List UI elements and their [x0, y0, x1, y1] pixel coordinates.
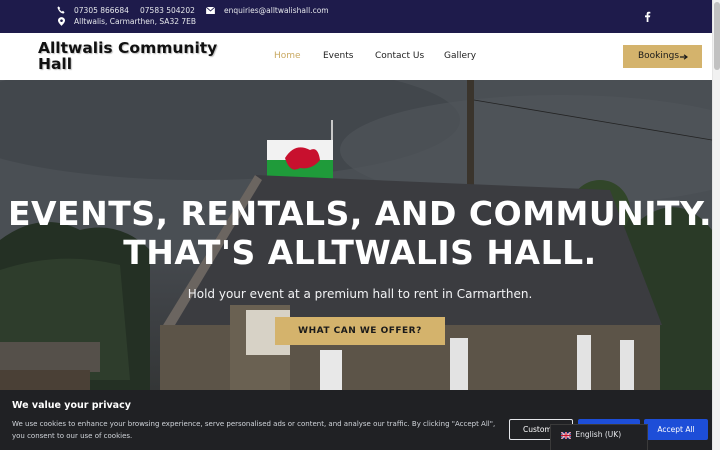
facebook-icon[interactable] — [644, 11, 651, 22]
site-logo[interactable]: Alltwalis Community Hall — [38, 40, 238, 72]
language-label: English (UK) — [575, 430, 622, 439]
main-navigation: Alltwalis Community Hall Home Events Con… — [0, 33, 712, 80]
location-pin-icon — [58, 17, 65, 26]
phone-number-2[interactable]: 07583 504202 — [140, 6, 195, 15]
hero-subtitle: Hold your event at a premium hall to ren… — [187, 287, 533, 301]
nav-item-events[interactable]: Events — [323, 51, 353, 61]
cookie-title: We value your privacy — [12, 400, 131, 411]
phone-icon — [57, 6, 65, 14]
scrollbar-thumb[interactable] — [714, 2, 720, 70]
bookings-button[interactable]: Bookings — [623, 45, 702, 68]
page-scrollbar[interactable] — [712, 0, 720, 450]
nav-item-contact-us[interactable]: Contact Us — [375, 51, 424, 61]
hero-heading-line-2: THAT'S ALLTWALIS HALL. — [123, 233, 597, 272]
address-text: Alltwalis, Carmarthen, SA32 7EB — [74, 17, 197, 26]
language-switcher[interactable]: English (UK) — [550, 424, 648, 450]
arrow-right-icon — [680, 54, 688, 60]
hero-heading-line-1: EVENTS, RENTALS, AND COMMUNITY. — [7, 194, 712, 233]
envelope-icon — [206, 7, 215, 14]
nav-item-gallery[interactable]: Gallery — [444, 51, 476, 61]
uk-flag-icon — [561, 431, 571, 439]
top-contact-bar: 07305 866684 07583 504202 enquiries@allt… — [0, 0, 712, 33]
phone-number-1[interactable]: 07305 866684 — [74, 6, 129, 15]
accept-all-button[interactable]: Accept All — [644, 419, 708, 440]
what-can-we-offer-button[interactable]: WHAT CAN WE OFFER? — [275, 317, 445, 345]
hero-heading: EVENTS, RENTALS, AND COMMUNITY. THAT'S A… — [0, 194, 712, 272]
nav-item-home[interactable]: Home — [274, 51, 301, 61]
email-link[interactable]: enquiries@alltwalishall.com — [224, 6, 329, 15]
bookings-label: Bookings — [638, 51, 680, 61]
cookie-description: We use cookies to enhance your browsing … — [12, 420, 496, 440]
